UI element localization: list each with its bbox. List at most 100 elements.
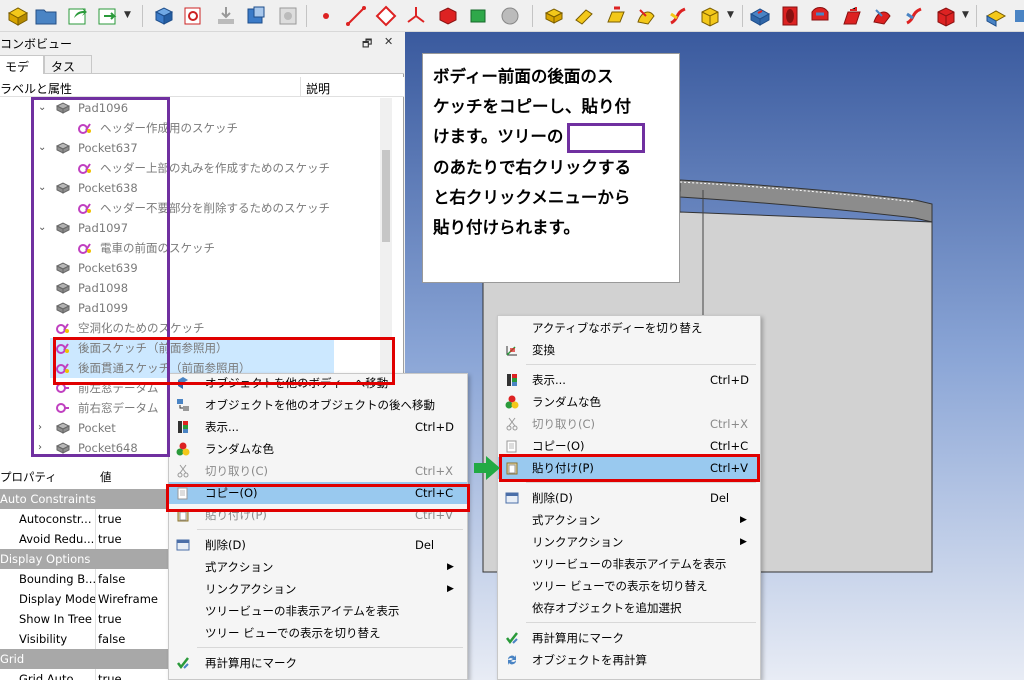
export-icon[interactable] [66, 4, 90, 28]
combo-tabs: モデル タスク [0, 54, 404, 91]
tab-model[interactable]: モデル [0, 55, 44, 91]
property-row[interactable]: Avoid Redu... true [0, 529, 170, 549]
pad-icon[interactable] [542, 4, 566, 28]
toolbar-separator [306, 5, 307, 27]
tree-scrollbar-thumb[interactable] [382, 150, 390, 242]
create-sketch-icon[interactable] [182, 4, 206, 28]
chevron-down-icon[interactable]: ▼ [124, 10, 131, 20]
property-value[interactable]: true [98, 509, 122, 529]
menu-item[interactable]: 式アクション ▶ [498, 509, 760, 531]
part-design-workbench-icon[interactable] [6, 4, 30, 28]
boolean-icon[interactable] [984, 4, 1008, 28]
additive-helix-icon[interactable] [666, 4, 690, 28]
menu-item[interactable]: 削除(D) Del [169, 534, 467, 556]
menu-item[interactable]: ツリービューの非表示アイテムを表示 [169, 600, 467, 622]
shape-binder-icon[interactable] [436, 4, 460, 28]
column-divider [95, 569, 96, 589]
menu-item-label: 削除(D) [532, 491, 573, 505]
menu-item-label: 切り取り(C) [532, 417, 596, 431]
hole-icon[interactable] [778, 4, 802, 28]
pocket-icon[interactable] [748, 4, 772, 28]
menu-item[interactable]: 表示... Ctrl+D [498, 369, 760, 391]
property-row[interactable]: Show In Tree true [0, 609, 170, 629]
menu-item[interactable]: 削除(D) Del [498, 487, 760, 509]
context-menu-tree: オブジェクトを他のボディーへ移動 オブジェクトを他のオブジェクトの後へ移動 表示..… [168, 373, 468, 680]
chevron-down-icon[interactable]: ▼ [727, 10, 734, 20]
property-category[interactable]: Grid [0, 649, 170, 669]
menu-item-label: ツリービューの非表示アイテムを表示 [532, 557, 727, 571]
purple-box-legend [567, 122, 646, 153]
tab-task[interactable]: タスク [44, 55, 92, 91]
clone-icon[interactable] [244, 4, 268, 28]
menu-item[interactable]: 再計算用にマーク [169, 652, 467, 674]
datum-line-icon[interactable] [344, 4, 368, 28]
menu-item[interactable]: ツリービューの非表示アイテムを表示 [498, 553, 760, 575]
datum-plane-icon[interactable] [374, 4, 398, 28]
menu-item[interactable]: 変換 [498, 339, 760, 361]
annotation-line: のあたりで右クリックする [433, 157, 631, 177]
open-folder-icon[interactable] [34, 4, 58, 28]
context-menu-body: アクティブなボディーを切り替え 変換 表示... Ctrl+D ランダムな色 切り取り(C… [497, 315, 761, 680]
property-value[interactable]: Wireframe [98, 589, 158, 609]
datum-point-icon[interactable] [314, 4, 338, 28]
menu-item[interactable]: 切り取り(C) Ctrl+X [169, 460, 467, 482]
property-value[interactable]: false [98, 629, 125, 649]
property-header-value[interactable]: 値 [100, 467, 112, 487]
property-value[interactable]: true [98, 529, 122, 549]
sub-shape-icon[interactable] [466, 4, 490, 28]
property-row[interactable]: Grid Auto true [0, 669, 170, 680]
property-header-name[interactable]: プロパティ [0, 467, 57, 487]
subtractive-box-icon[interactable] [934, 4, 958, 28]
property-category[interactable]: Auto Constraints [0, 489, 170, 509]
additive-pipe-icon[interactable] [634, 4, 658, 28]
tree-header-description[interactable]: 説明 [306, 80, 330, 97]
local-cs-icon[interactable] [404, 4, 428, 28]
additive-loft-icon[interactable] [604, 4, 628, 28]
revolution-icon[interactable] [572, 4, 596, 28]
property-row[interactable]: Visibility false [0, 629, 170, 649]
subtractive-pipe-icon[interactable] [870, 4, 894, 28]
menu-item[interactable]: オブジェクトを他のオブジェクトの後へ移動 [169, 394, 467, 416]
property-value[interactable]: true [98, 669, 122, 680]
property-row[interactable]: Display Mode Wireframe [0, 589, 170, 609]
float-icon[interactable]: 🗗 [362, 35, 372, 54]
menu-item[interactable]: リンクアクション ▶ [169, 578, 467, 600]
close-icon[interactable]: ✕ [384, 35, 393, 48]
menu-item[interactable]: オブジェクトを再計算 [498, 649, 760, 671]
menu-item-label: リンクアクション [205, 582, 297, 596]
groove-icon[interactable] [808, 4, 832, 28]
menu-item[interactable]: アクティブなボディーを切り替え [498, 317, 760, 339]
chevron-down-icon[interactable]: ▼ [962, 10, 969, 20]
menu-item[interactable]: ランダムな色 [498, 391, 760, 413]
create-body-icon[interactable] [152, 4, 176, 28]
property-value[interactable]: true [98, 609, 122, 629]
menu-item[interactable]: 切り取り(C) Ctrl+X [498, 413, 760, 435]
menu-item[interactable]: 依存オブジェクトを追加選択 [498, 597, 760, 619]
menu-item-label: ツリー ビューでの表示を切り替え [205, 626, 381, 640]
clone-body-icon[interactable] [498, 4, 522, 28]
additive-box-icon[interactable] [698, 4, 722, 28]
property-row[interactable]: Bounding B... false [0, 569, 170, 589]
menu-item[interactable]: 式アクション ▶ [169, 556, 467, 578]
import-icon[interactable] [214, 4, 238, 28]
property-category[interactable]: Display Options [0, 549, 170, 569]
menu-item[interactable]: ランダムな色 [169, 438, 467, 460]
macro-icon[interactable] [96, 4, 120, 28]
menu-item[interactable]: 再計算用にマーク [498, 627, 760, 649]
toolbar-separator [742, 5, 743, 27]
property-category-label: Grid [0, 652, 25, 666]
property-value[interactable]: false [98, 569, 125, 589]
subtractive-helix-icon[interactable] [902, 4, 926, 28]
menu-item[interactable]: リンクアクション ▶ [498, 531, 760, 553]
annotation-callout: ボディー前面の後面のス ケッチをコピーし、貼り付 けます。ツリーの のあたりで右… [422, 53, 680, 283]
sub-shape-binder-icon[interactable] [276, 4, 300, 28]
subtractive-loft-icon[interactable] [840, 4, 864, 28]
menu-item[interactable]: 表示... Ctrl+D [169, 416, 467, 438]
menu-item[interactable]: ツリー ビューでの表示を切り替え [498, 575, 760, 597]
menu-item[interactable]: ツリー ビューでの表示を切り替え [169, 622, 467, 644]
boolean-cut-icon[interactable] [1012, 4, 1024, 28]
property-row[interactable]: Autoconstr... true [0, 509, 170, 529]
tree-header-label[interactable]: ラベルと属性 [0, 80, 72, 97]
property-name: Show In Tree [19, 612, 92, 626]
red-highlight-selected-sketches [53, 337, 395, 385]
